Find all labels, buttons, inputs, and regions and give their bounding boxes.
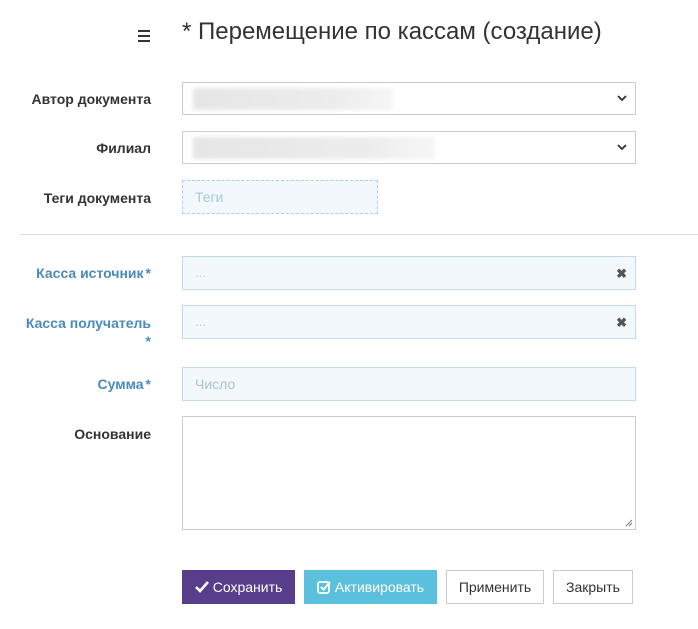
cash-source-label-text: Касса источник (36, 265, 144, 281)
cash-source-placeholder: ... (195, 265, 206, 280)
save-button[interactable]: Сохранить (182, 570, 295, 604)
cash-receiver-label-text: Касса получатель (25, 315, 151, 331)
hamburger-icon[interactable] (138, 30, 151, 42)
author-redacted-value (193, 88, 393, 110)
chevron-down-icon (617, 95, 627, 102)
cash-source-label: Касса источник * (36, 265, 151, 281)
author-select[interactable] (182, 82, 636, 115)
author-label: Автор документа (31, 91, 152, 107)
close-button[interactable]: Закрыть (553, 570, 633, 604)
reason-label: Основание (74, 426, 151, 442)
cash-receiver-placeholder: ... (195, 314, 206, 329)
amount-label: Сумма * (98, 376, 151, 392)
checkmark-icon (194, 581, 209, 593)
branch-redacted-value (193, 137, 435, 159)
branch-select[interactable] (182, 131, 636, 164)
tags-label: Теги документа (43, 190, 151, 206)
check-square-icon (317, 580, 331, 594)
apply-button[interactable]: Применить (446, 570, 544, 604)
chevron-down-icon (617, 144, 627, 151)
save-button-label: Сохранить (212, 579, 283, 595)
activate-button[interactable]: Активировать (304, 570, 437, 604)
clear-icon[interactable]: ✖ (616, 266, 627, 282)
amount-label-text: Сумма (97, 376, 144, 392)
divider (20, 234, 698, 235)
required-mark: * (145, 333, 151, 349)
cash-receiver-lookup[interactable]: ... ✖ (182, 305, 636, 339)
branch-label: Филиал (96, 140, 151, 156)
reason-textarea[interactable] (182, 416, 636, 530)
page-title: * Перемещение по кассам (создание) (182, 18, 602, 45)
cash-receiver-label: Касса получатель * (26, 315, 151, 349)
amount-input[interactable]: Число (182, 367, 636, 401)
tags-input[interactable]: Теги (182, 180, 378, 214)
required-mark: * (145, 265, 151, 281)
required-mark: * (145, 376, 151, 392)
cash-source-lookup[interactable]: ... ✖ (182, 256, 636, 290)
resize-grip-icon[interactable] (625, 519, 633, 527)
activate-button-label: Активировать (334, 579, 425, 595)
clear-icon[interactable]: ✖ (616, 315, 627, 331)
